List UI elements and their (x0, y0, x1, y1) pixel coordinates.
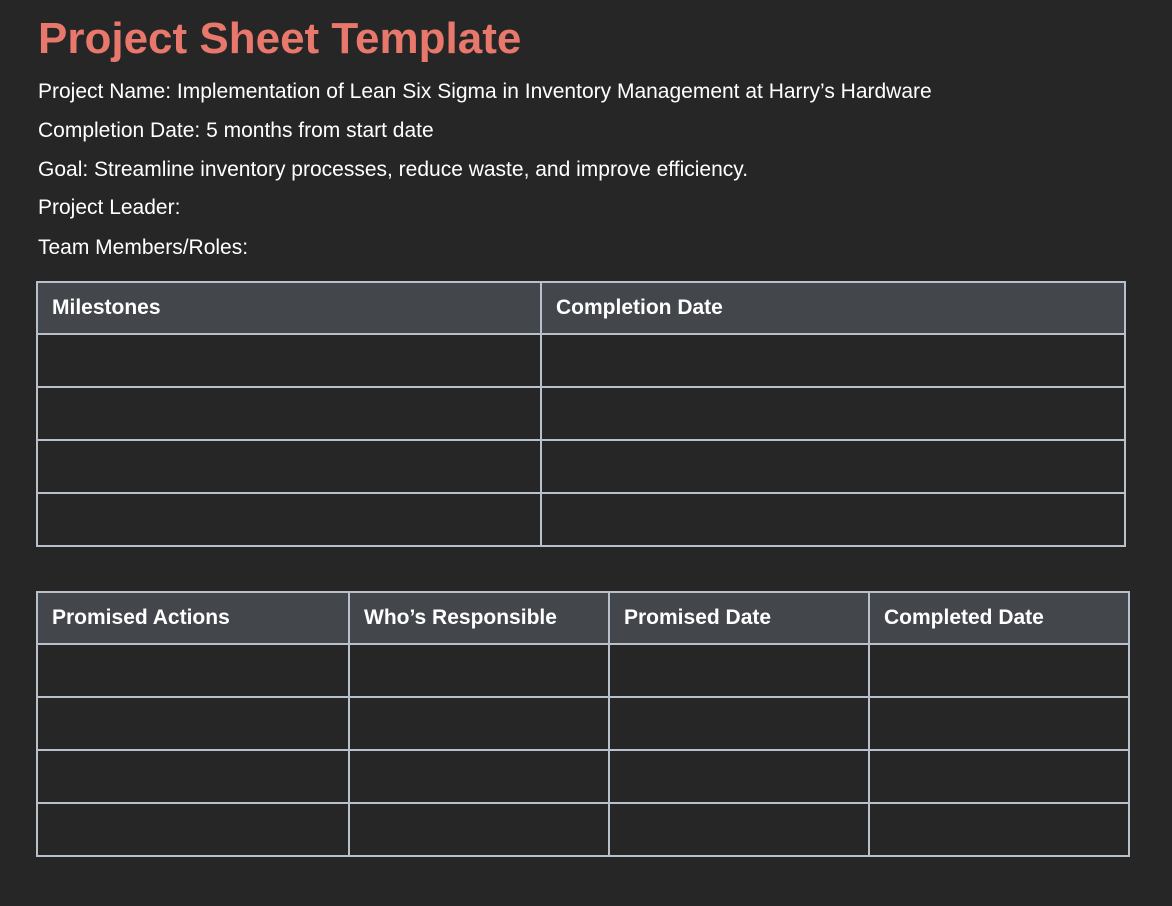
table-row (36, 749, 1130, 804)
milestones-header: Milestones (36, 281, 542, 335)
completion-date-cell[interactable] (540, 333, 1126, 388)
milestones-table: Milestones Completion Date (36, 281, 1126, 547)
table-row (36, 333, 1126, 388)
completion-date-cell[interactable] (540, 439, 1126, 494)
promised-date-cell[interactable] (608, 643, 870, 698)
whos-responsible-header: Who’s Responsible (348, 591, 610, 645)
completion-date-cell[interactable] (540, 492, 1126, 547)
project-name-text: Project Name: Implementation of Lean Six… (38, 80, 932, 103)
promised-date-cell[interactable] (608, 749, 870, 804)
page-title: Project Sheet Template (38, 14, 522, 63)
completion-date-cell[interactable] (540, 386, 1126, 441)
responsible-cell[interactable] (348, 643, 610, 698)
responsible-cell[interactable] (348, 696, 610, 751)
completed-date-cell[interactable] (868, 696, 1130, 751)
completion-date-text: Completion Date: 5 months from start dat… (38, 119, 434, 142)
promised-date-cell[interactable] (608, 802, 870, 857)
milestone-cell[interactable] (36, 492, 542, 547)
actions-header-row: Promised Actions Who’s Responsible Promi… (36, 591, 1130, 645)
completed-date-cell[interactable] (868, 643, 1130, 698)
completed-date-header: Completed Date (868, 591, 1130, 645)
table-row (36, 802, 1130, 857)
milestone-cell[interactable] (36, 439, 542, 494)
actions-table: Promised Actions Who’s Responsible Promi… (36, 591, 1130, 857)
responsible-cell[interactable] (348, 749, 610, 804)
milestones-header-row: Milestones Completion Date (36, 281, 1126, 335)
completed-date-cell[interactable] (868, 802, 1130, 857)
promised-action-cell[interactable] (36, 696, 350, 751)
project-leader-label: Project Leader: (38, 196, 181, 219)
milestone-cell[interactable] (36, 333, 542, 388)
promised-actions-header: Promised Actions (36, 591, 350, 645)
table-row (36, 439, 1126, 494)
promised-action-cell[interactable] (36, 802, 350, 857)
milestone-cell[interactable] (36, 386, 542, 441)
completed-date-cell[interactable] (868, 749, 1130, 804)
promised-action-cell[interactable] (36, 643, 350, 698)
table-row (36, 386, 1126, 441)
table-row (36, 492, 1126, 547)
table-row (36, 696, 1130, 751)
promised-date-cell[interactable] (608, 696, 870, 751)
promised-action-cell[interactable] (36, 749, 350, 804)
team-members-label: Team Members/Roles: (38, 236, 249, 259)
responsible-cell[interactable] (348, 802, 610, 857)
completion-date-header: Completion Date (540, 281, 1126, 335)
promised-date-header: Promised Date (608, 591, 870, 645)
goal-text: Goal: Streamline inventory processes, re… (38, 158, 749, 181)
table-row (36, 643, 1130, 698)
